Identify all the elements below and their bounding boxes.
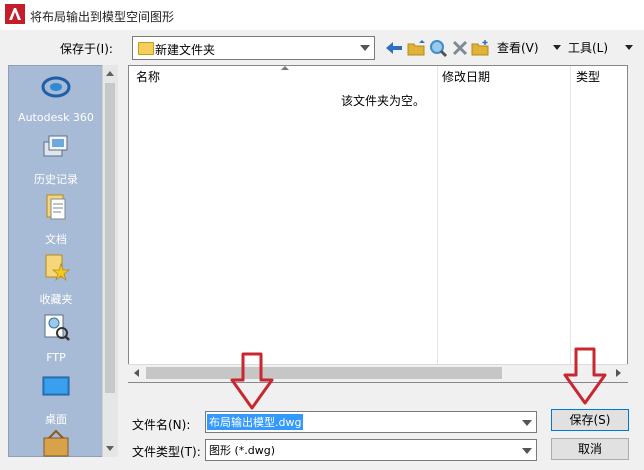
save-dialog: 将布局输出到模型空间图形 保存于(I): 新建文件夹 查看(V) 工具(L) A…: [0, 0, 644, 470]
buzzsaw-icon: [43, 429, 69, 457]
place-label: 文档: [45, 233, 67, 246]
sidebar-scroll-thumb[interactable]: [105, 83, 115, 393]
scroll-right-icon[interactable]: [616, 369, 621, 377]
empty-folder-message: 该文件夹为空。: [341, 94, 426, 108]
column-divider[interactable]: [570, 66, 571, 366]
autodesk-360-icon: [41, 76, 71, 98]
desktop-icon: [42, 376, 70, 396]
filename-input[interactable]: 布局输出模型.dwg: [205, 411, 537, 433]
ftp-icon: [44, 314, 70, 341]
place-label: 历史记录: [34, 173, 78, 186]
up-folder-icon[interactable]: [406, 38, 426, 58]
save-in-label: 保存于(I):: [60, 42, 113, 56]
filetype-label: 文件类型(T):: [132, 445, 201, 459]
file-list[interactable]: 名称 修改日期 类型 该文件夹为空。: [128, 65, 628, 383]
chevron-down-icon[interactable]: [522, 420, 532, 426]
sort-ascending-icon: [281, 66, 289, 70]
place-ftp[interactable]: FTP: [12, 312, 100, 364]
cancel-button[interactable]: 取消: [551, 438, 629, 460]
current-folder-text: 新建文件夹: [155, 43, 216, 57]
favorites-icon: [45, 254, 71, 282]
scroll-up-icon[interactable]: [106, 71, 114, 76]
column-divider[interactable]: [437, 66, 438, 366]
search-web-icon[interactable]: [428, 38, 448, 58]
place-label: Autodesk 360: [18, 111, 94, 124]
place-buzzsaw[interactable]: [12, 428, 100, 461]
tools-dropdown-icon[interactable]: [625, 45, 633, 50]
place-autodesk-360[interactable]: Autodesk 360: [12, 72, 100, 124]
views-dropdown-icon[interactable]: [553, 45, 561, 50]
autocad-app-icon: [5, 4, 25, 24]
scroll-left-icon[interactable]: [134, 369, 139, 377]
place-documents[interactable]: 文档: [12, 192, 100, 247]
place-label: 桌面: [45, 413, 67, 426]
window-title: 将布局输出到模型空间图形: [30, 10, 175, 24]
chevron-down-icon: [360, 45, 370, 51]
place-label: FTP: [46, 351, 66, 364]
place-history[interactable]: 历史记录: [12, 132, 100, 187]
new-folder-icon[interactable]: [470, 38, 490, 58]
place-label: 收藏夹: [39, 293, 73, 306]
tools-menu[interactable]: 工具(L): [568, 39, 608, 56]
column-header-modified[interactable]: 修改日期: [442, 68, 490, 85]
filetype-value: 图形 (*.dwg): [209, 444, 276, 457]
horizontal-scroll-thumb[interactable]: [146, 367, 502, 379]
column-header-type[interactable]: 类型: [576, 68, 600, 85]
delete-icon[interactable]: [450, 38, 470, 58]
save-in-combo[interactable]: 新建文件夹: [132, 36, 375, 60]
history-icon: [43, 135, 68, 157]
back-icon[interactable]: [384, 38, 404, 58]
title-bar: 将布局输出到模型空间图形: [0, 0, 644, 30]
scroll-down-icon[interactable]: [106, 446, 114, 451]
filename-value: 布局输出模型.dwg: [207, 414, 304, 430]
filename-label: 文件名(N):: [132, 418, 191, 432]
annotation-arrow-icon: [230, 352, 274, 410]
filetype-select[interactable]: 图形 (*.dwg): [205, 439, 537, 461]
column-header-name[interactable]: 名称: [136, 68, 160, 85]
documents-icon: [46, 194, 66, 220]
save-button[interactable]: 保存(S): [551, 409, 629, 431]
views-menu[interactable]: 查看(V): [497, 39, 539, 56]
chevron-down-icon[interactable]: [522, 448, 532, 454]
place-favorites[interactable]: 收藏夹: [12, 252, 100, 307]
annotation-arrow-icon: [563, 347, 607, 405]
folder-icon: [138, 42, 154, 55]
place-desktop[interactable]: 桌面: [12, 372, 100, 427]
